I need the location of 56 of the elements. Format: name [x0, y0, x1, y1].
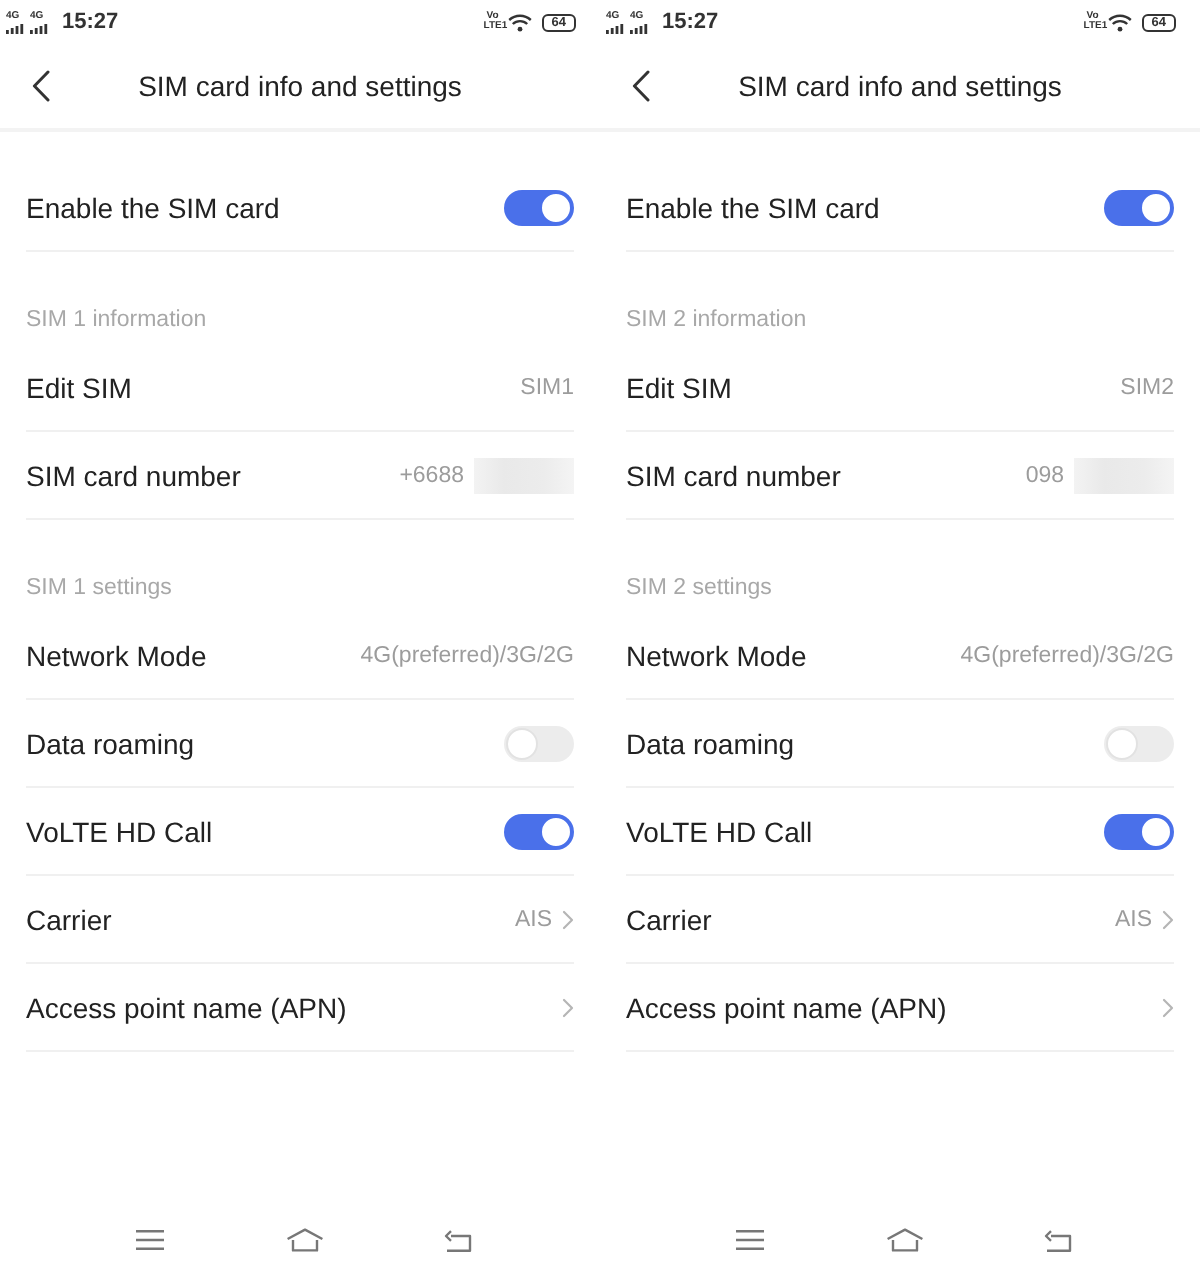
back-icon: [632, 70, 650, 102]
setting-value: 098: [1025, 463, 1064, 487]
chevron-icon: [562, 997, 574, 1017]
chevron-icon: [1162, 909, 1174, 929]
setting-label[interactable]: Network Mode: [626, 639, 807, 671]
setting-label[interactable]: VoLTE HD Call: [626, 815, 813, 847]
setting-label[interactable]: Data roaming: [26, 727, 195, 759]
toggle-switch[interactable]: [504, 725, 574, 761]
setting-label[interactable]: Access point name (APN): [26, 991, 347, 1023]
section-heading: SIM 2 settings: [624, 574, 774, 604]
wifi-icon: [1107, 13, 1132, 31]
signal-icon: [30, 23, 48, 33]
setting-value: SIM1: [520, 375, 574, 399]
clock-time: 15:27: [62, 10, 119, 34]
section-heading: SIM 2 information: [624, 306, 809, 336]
wifi-icon: [507, 13, 532, 31]
home-icon: [285, 1228, 323, 1252]
setting-label[interactable]: Carrier: [626, 903, 712, 935]
home-icon: [885, 1228, 923, 1252]
menu-icon: [136, 1230, 164, 1250]
screen-title: SIM card info and settings: [136, 70, 464, 102]
setting-value: +6688: [399, 463, 464, 487]
section-heading: SIM 1 information: [24, 306, 209, 336]
menu-icon: [736, 1230, 764, 1250]
setting-label[interactable]: Enable the SIM card: [626, 191, 880, 223]
setting-value: 4G(preferred)/3G/2G: [960, 643, 1174, 667]
toggle-switch[interactable]: [1104, 813, 1174, 849]
setting-value: SIM2: [1120, 375, 1174, 399]
back-icon: [1044, 1229, 1072, 1251]
setting-value: 4G(preferred)/3G/2G: [360, 643, 574, 667]
setting-label[interactable]: Carrier: [26, 903, 112, 935]
setting-label[interactable]: VoLTE HD Call: [26, 815, 213, 847]
section-heading: SIM 1 settings: [24, 574, 174, 604]
setting-label[interactable]: Network Mode: [26, 639, 207, 671]
signal-icon: [6, 23, 24, 33]
setting-value: AIS: [1114, 907, 1152, 931]
back-icon: [32, 70, 50, 102]
setting-value: AIS: [514, 907, 552, 931]
setting-label[interactable]: Enable the SIM card: [26, 191, 280, 223]
setting-label[interactable]: Edit SIM: [626, 371, 732, 403]
toggle-switch[interactable]: [504, 189, 574, 225]
signal-icon: [630, 23, 648, 33]
setting-label[interactable]: SIM card number: [26, 459, 241, 491]
setting-label[interactable]: Access point name (APN): [626, 991, 947, 1023]
clock-time: 15:27: [662, 10, 719, 34]
chevron-icon: [562, 909, 574, 929]
setting-label[interactable]: SIM card number: [626, 459, 841, 491]
toggle-switch[interactable]: [504, 813, 574, 849]
back-icon: [444, 1229, 472, 1251]
toggle-switch[interactable]: [1104, 189, 1174, 225]
signal-icon: [606, 23, 624, 33]
setting-label[interactable]: Edit SIM: [26, 371, 132, 403]
screen-title: SIM card info and settings: [736, 70, 1064, 102]
toggle-switch[interactable]: [1104, 725, 1174, 761]
setting-label[interactable]: Data roaming: [626, 727, 795, 759]
chevron-icon: [1162, 997, 1174, 1017]
